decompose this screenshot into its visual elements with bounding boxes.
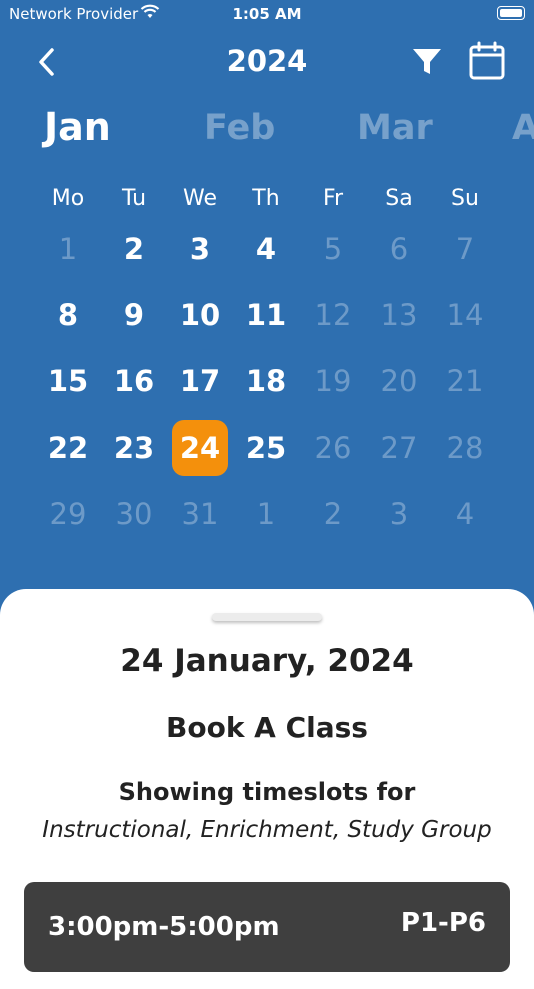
timeslot-card[interactable]: 3:00pm-5:00pm P1-P6 bbox=[24, 882, 510, 972]
calendar-day[interactable]: 1 bbox=[238, 486, 294, 542]
class-types: Instructional, Enrichment, Study Group bbox=[42, 817, 492, 843]
calendar-day[interactable]: 16 bbox=[106, 353, 162, 409]
month-feb[interactable]: Feb bbox=[204, 108, 275, 148]
calendar-day[interactable]: 9 bbox=[106, 287, 162, 343]
status-time: 1:05 AM bbox=[232, 5, 302, 23]
calendar-day[interactable]: 5 bbox=[305, 221, 361, 277]
calendar-day[interactable]: 28 bbox=[437, 420, 493, 476]
calendar-day[interactable]: 3 bbox=[371, 486, 427, 542]
calendar-day[interactable]: 12 bbox=[305, 287, 361, 343]
weekday-label: Tu bbox=[121, 186, 147, 211]
calendar-day[interactable]: 20 bbox=[371, 353, 427, 409]
weekday-label: Mo bbox=[51, 186, 85, 211]
month-apr[interactable]: A bbox=[512, 108, 534, 148]
calendar-day[interactable]: 29 bbox=[40, 486, 96, 542]
month-mar[interactable]: Mar bbox=[357, 108, 433, 148]
calendar-day[interactable]: 25 bbox=[238, 420, 294, 476]
calendar-day[interactable]: 2 bbox=[106, 221, 162, 277]
calendar-day[interactable]: 30 bbox=[106, 486, 162, 542]
timeslot-time: 3:00pm-5:00pm bbox=[48, 912, 280, 942]
weekday-label: Sa bbox=[385, 186, 413, 211]
calendar-day[interactable]: 2 bbox=[305, 486, 361, 542]
filter-icon[interactable] bbox=[410, 44, 444, 78]
calendar-day[interactable]: 14 bbox=[437, 287, 493, 343]
calendar-day[interactable]: 13 bbox=[371, 287, 427, 343]
calendar-day[interactable]: 18 bbox=[238, 353, 294, 409]
bottom-sheet: 24 January, 2024 Book A Class Showing ti… bbox=[0, 589, 534, 989]
year-title: 2024 bbox=[226, 44, 308, 78]
calendar-day[interactable]: 19 bbox=[305, 353, 361, 409]
calendar-day[interactable]: 17 bbox=[172, 353, 228, 409]
timeslot-level: P1-P6 bbox=[400, 908, 486, 938]
calendar-day[interactable]: 31 bbox=[172, 486, 228, 542]
calendar-day[interactable]: 15 bbox=[40, 353, 96, 409]
weekday-label: We bbox=[183, 186, 217, 211]
calendar-day[interactable]: 27 bbox=[371, 420, 427, 476]
weekday-label: Th bbox=[252, 186, 280, 211]
battery-icon bbox=[497, 6, 525, 20]
book-class-heading: Book A Class bbox=[166, 711, 368, 744]
calendar-day[interactable]: 4 bbox=[238, 221, 294, 277]
month-selector: Jan Feb Mar A bbox=[0, 105, 534, 155]
calendar-day[interactable]: 1 bbox=[40, 221, 96, 277]
calendar-day[interactable]: 21 bbox=[437, 353, 493, 409]
calendar-day[interactable]: 10 bbox=[172, 287, 228, 343]
calendar-day[interactable]: 7 bbox=[437, 221, 493, 277]
calendar-day[interactable]: 24 bbox=[172, 420, 228, 476]
calendar-day[interactable]: 11 bbox=[238, 287, 294, 343]
weekday-label: Su bbox=[451, 186, 479, 211]
calendar-day[interactable]: 8 bbox=[40, 287, 96, 343]
calendar-day[interactable]: 6 bbox=[371, 221, 427, 277]
calendar-day[interactable]: 23 bbox=[106, 420, 162, 476]
nav-bar: 2024 bbox=[0, 40, 534, 84]
calendar-day[interactable]: 3 bbox=[172, 221, 228, 277]
month-jan[interactable]: Jan bbox=[44, 105, 111, 149]
status-bar: Network Provider 1:05 AM bbox=[0, 0, 534, 30]
calendar-day[interactable]: 4 bbox=[437, 486, 493, 542]
calendar-icon[interactable] bbox=[468, 41, 506, 81]
calendar-day[interactable]: 26 bbox=[305, 420, 361, 476]
showing-label: Showing timeslots for bbox=[118, 778, 416, 806]
sheet-handle[interactable] bbox=[212, 613, 322, 621]
selected-date-heading: 24 January, 2024 bbox=[120, 643, 414, 679]
calendar-day[interactable]: 22 bbox=[40, 420, 96, 476]
weekday-label: Fr bbox=[322, 186, 344, 211]
